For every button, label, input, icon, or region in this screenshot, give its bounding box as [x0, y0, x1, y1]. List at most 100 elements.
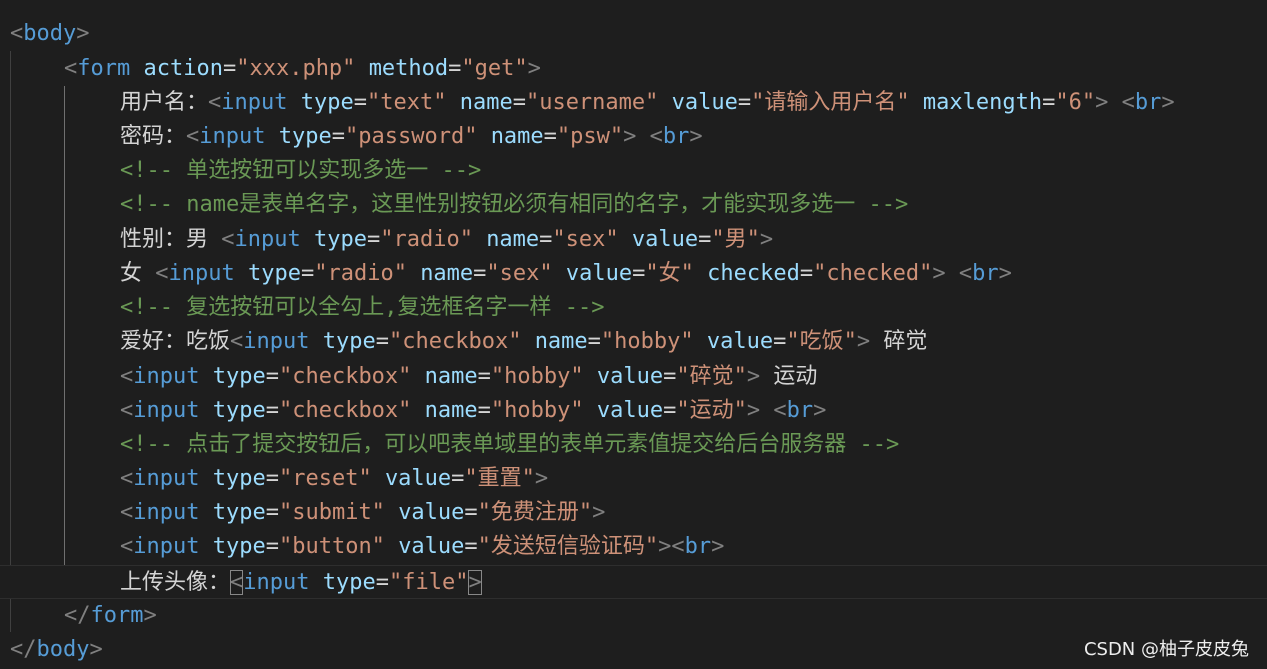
comment-token: <!-- 单选按钮可以实现多选一 --> — [120, 158, 482, 183]
attribute-name-token: name — [490, 124, 544, 149]
plain-text-token — [310, 329, 323, 354]
code-line-6[interactable]: <!-- name是表单名字，这里性别按钮必须有相同的名字，才能实现多选一 --… — [0, 188, 1267, 222]
attribute-name-token: type — [322, 570, 376, 595]
code-line-18[interactable]: </form> — [0, 599, 1267, 633]
tag-bracket-token: < — [120, 500, 134, 525]
attribute-name-token: name — [459, 90, 513, 115]
tag-bracket-token: < — [120, 466, 134, 491]
code-line-1[interactable]: <body> — [0, 17, 1267, 51]
plain-text-token — [446, 90, 459, 115]
code-line-2[interactable]: <form action="xxx.php" method="get"> — [0, 52, 1267, 86]
tag-name-token: input — [168, 261, 235, 286]
attribute-name-token: value — [398, 534, 465, 559]
plain-text-token: 密码： — [120, 124, 187, 149]
equals-sign-token: = — [265, 534, 279, 559]
plain-text-token — [619, 227, 632, 252]
code-line-10[interactable]: 爱好：吃饭<input type="checkbox" name="hobby"… — [0, 325, 1267, 359]
code-line-content: </body> — [10, 633, 103, 667]
equals-sign-token: = — [265, 500, 279, 525]
tag-bracket-token: > — [711, 534, 725, 559]
attribute-value-token: "checkbox" — [278, 398, 412, 423]
tag-bracket-token: > — [592, 500, 606, 525]
attribute-name-token: value — [671, 90, 738, 115]
attribute-value-token: "hobby" — [490, 398, 584, 423]
attribute-value-token: "重置" — [464, 466, 535, 491]
attribute-value-token: "reset" — [278, 466, 372, 491]
tag-bracket-token: < — [120, 398, 134, 423]
plain-text-token: 女 — [120, 261, 156, 286]
plain-text-token: 碎觉 — [870, 329, 928, 354]
plain-text-token — [694, 261, 707, 286]
plain-text-token — [1108, 90, 1121, 115]
code-line-14[interactable]: <input type="reset" value="重置"> — [0, 462, 1267, 496]
attribute-value-token: "psw" — [556, 124, 624, 149]
attribute-value-token: "text" — [366, 90, 447, 115]
tag-bracket-token: > — [76, 21, 90, 46]
plain-text-token — [407, 261, 420, 286]
code-line-8[interactable]: 女 <input type="radio" name="sex" value="… — [0, 257, 1267, 291]
equals-sign-token: = — [477, 398, 491, 423]
attribute-value-token: "请输入用户名" — [751, 90, 910, 115]
tag-bracket-token: > — [1095, 90, 1109, 115]
tag-name-token: form — [90, 603, 144, 628]
attribute-value-token: "hobby" — [600, 329, 694, 354]
attribute-value-token: "sex" — [552, 227, 619, 252]
code-editor[interactable]: <body> <form action="xxx.php" method="get… — [0, 0, 1267, 669]
plain-text-token — [584, 398, 597, 423]
plain-text-token — [199, 500, 212, 525]
plain-text-token: 运动 — [760, 364, 818, 389]
tag-bracket-token: > — [468, 570, 482, 595]
equals-sign-token: = — [473, 261, 487, 286]
code-line-13[interactable]: <!-- 点击了提交按钮后，可以吧表单域里的表单元素值提交给后台服务器 --> — [0, 428, 1267, 462]
code-line-16[interactable]: <input type="button" value="发送短信验证码"><br… — [0, 530, 1267, 564]
code-line-11[interactable]: <input type="checkbox" name="hobby" valu… — [0, 360, 1267, 394]
attribute-value-token: "radio" — [380, 227, 473, 252]
equals-sign-token: = — [331, 124, 345, 149]
code-line-3[interactable]: 用户名：<input type="text" name="username" v… — [0, 86, 1267, 120]
code-line-content: <!-- 复选按钮可以全勾上,复选框名字一样 --> — [120, 291, 604, 325]
plain-text-token — [266, 124, 279, 149]
code-line-content: <!-- 点击了提交按钮后，可以吧表单域里的表单元素值提交给后台服务器 --> — [120, 428, 899, 462]
attribute-value-token: "file" — [388, 570, 469, 595]
equals-sign-token: = — [375, 570, 389, 595]
attribute-name-token: value — [706, 329, 774, 354]
code-line-19[interactable]: </body> — [0, 633, 1267, 667]
tag-bracket-token: < — [230, 329, 244, 354]
tag-bracket-token: < — [120, 534, 134, 559]
plain-text-token — [199, 364, 212, 389]
attribute-name-token: type — [247, 261, 301, 286]
equals-sign-token: = — [632, 261, 646, 286]
attribute-name-token: name — [420, 261, 474, 286]
tag-name-token: input — [133, 466, 200, 491]
tag-bracket-token: > — [746, 364, 761, 389]
plain-text-token — [473, 227, 486, 252]
code-line-4[interactable]: 密码：<input type="password" name="psw"> <b… — [0, 120, 1267, 154]
code-line-15[interactable]: <input type="submit" value="免费注册"> — [0, 496, 1267, 530]
code-line-5[interactable]: <!-- 单选按钮可以实现多选一 --> — [0, 154, 1267, 188]
attribute-value-token: "radio" — [314, 261, 407, 286]
code-line-content: <body> — [10, 17, 89, 51]
csdn-watermark: CSDN @柚子皮皮兔 — [1083, 639, 1249, 660]
equals-sign-token: = — [300, 261, 315, 286]
equals-sign-token: = — [464, 500, 478, 525]
plain-text-token — [385, 534, 398, 559]
tag-bracket-token: </ — [64, 603, 91, 628]
tag-bracket-token: < — [958, 261, 973, 286]
attribute-value-token: "男" — [711, 227, 760, 252]
code-line-7[interactable]: 性别：男 <input type="radio" name="sex" valu… — [0, 223, 1267, 257]
code-line-content: 密码：<input type="password" name="psw"> <b… — [120, 120, 703, 154]
code-line-17[interactable]: 上传头像：<input type="file"> — [0, 565, 1267, 599]
attribute-value-token: "hobby" — [490, 364, 584, 389]
attribute-name-token: name — [424, 364, 478, 389]
attribute-value-token: "password" — [344, 124, 478, 149]
plain-text-token — [355, 56, 368, 81]
equals-sign-token: = — [366, 227, 381, 252]
tag-bracket-token: > — [689, 124, 703, 149]
tag-name-token: input — [234, 227, 301, 252]
code-line-9[interactable]: <!-- 复选按钮可以全勾上,复选框名字一样 --> — [0, 291, 1267, 325]
tag-bracket-token: > — [534, 466, 549, 491]
tag-name-token: input — [199, 124, 266, 149]
tag-bracket-token: < — [120, 364, 134, 389]
attribute-name-token: type — [212, 398, 266, 423]
code-line-12[interactable]: <input type="checkbox" name="hobby" valu… — [0, 394, 1267, 428]
